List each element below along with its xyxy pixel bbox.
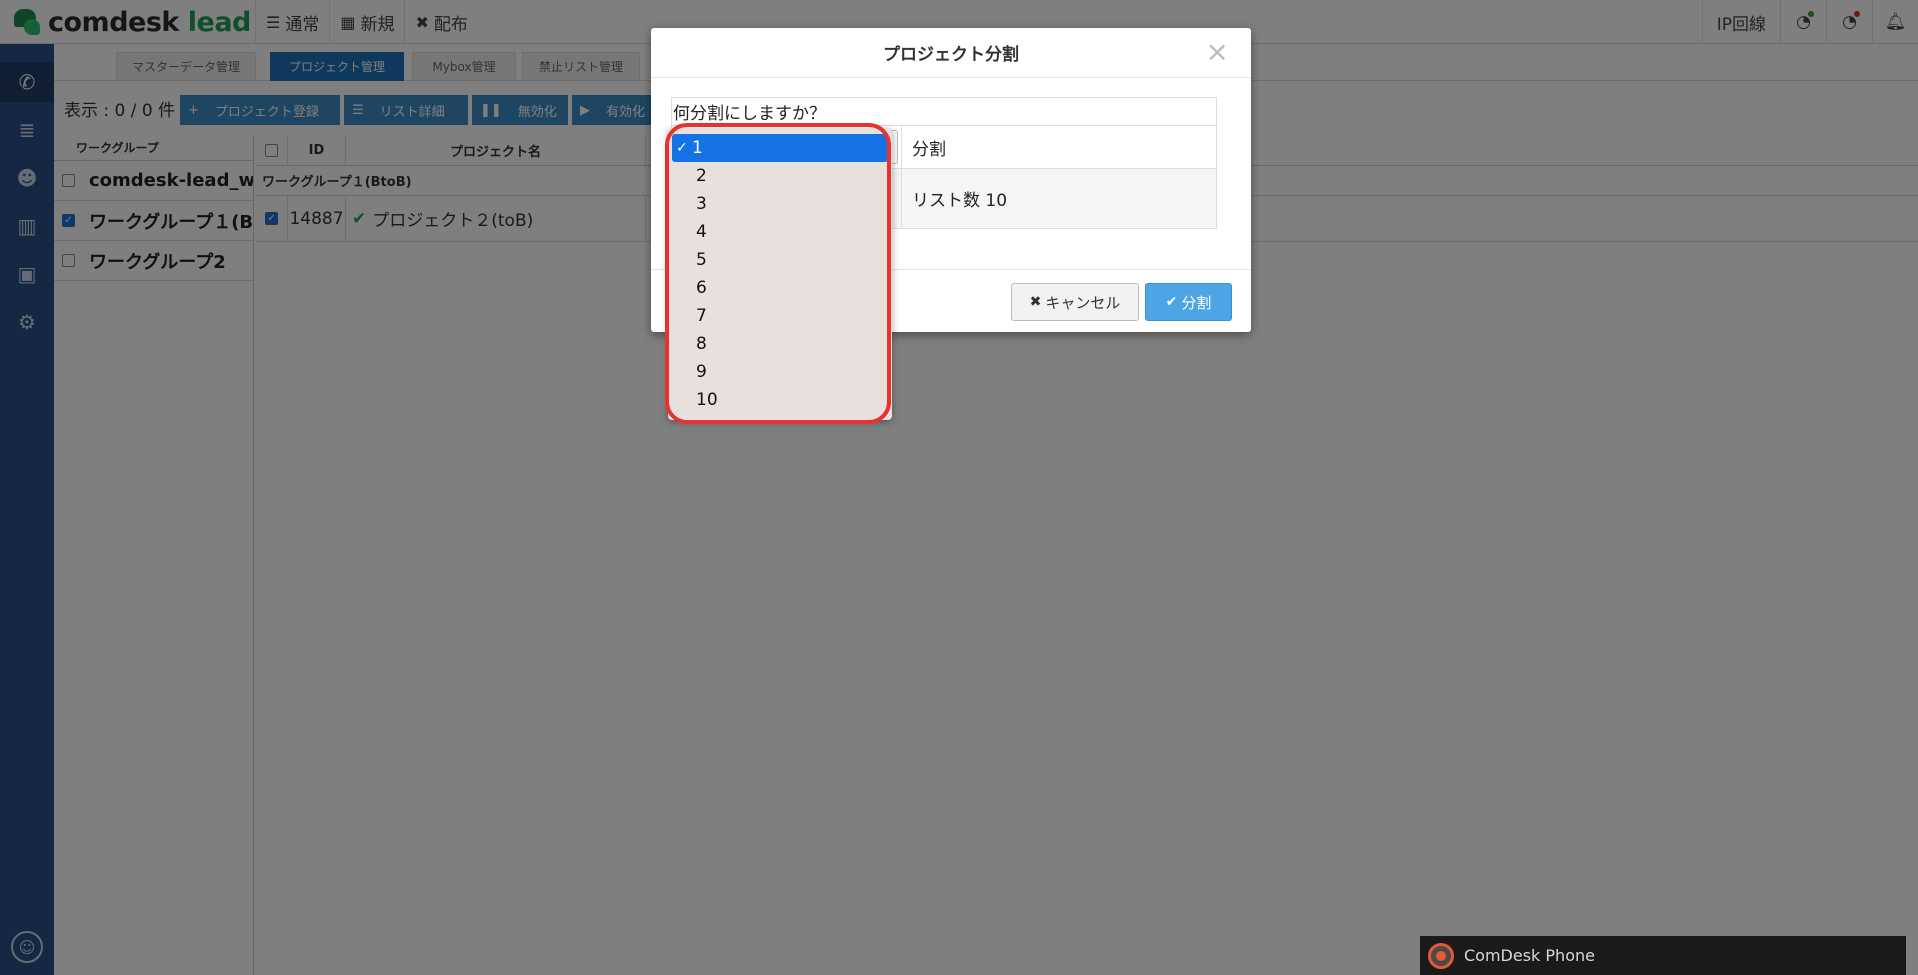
check-icon: ✔ (1165, 294, 1178, 310)
list-count: リスト数 10 (902, 169, 1216, 228)
split-label: 分割 (1181, 293, 1212, 312)
close-icon[interactable]: × (1206, 38, 1229, 66)
cancel-label: キャンセル (1045, 293, 1121, 312)
comdesk-phone-widget[interactable]: ComDesk Phone (1420, 936, 1906, 975)
highlight-annotation (665, 123, 891, 424)
split-button[interactable]: ✔ 分割 (1145, 283, 1232, 321)
phone-logo-icon (1428, 942, 1454, 969)
close-icon: ✖ (1029, 294, 1042, 310)
app-root: comdesk lead ☰ 通常 ▦ 新規 ✖ 配布 IP回線 ◔ ◔ (0, 0, 1918, 975)
modal-header: プロジェクト分割 × (651, 28, 1251, 78)
split-question: 何分割にしますか？ (671, 97, 1217, 125)
split-suffix: 分割 (912, 139, 946, 160)
modal-title: プロジェクト分割 (883, 45, 1019, 65)
cancel-button[interactable]: ✖ キャンセル (1011, 283, 1139, 321)
phone-label: ComDesk Phone (1464, 946, 1595, 965)
